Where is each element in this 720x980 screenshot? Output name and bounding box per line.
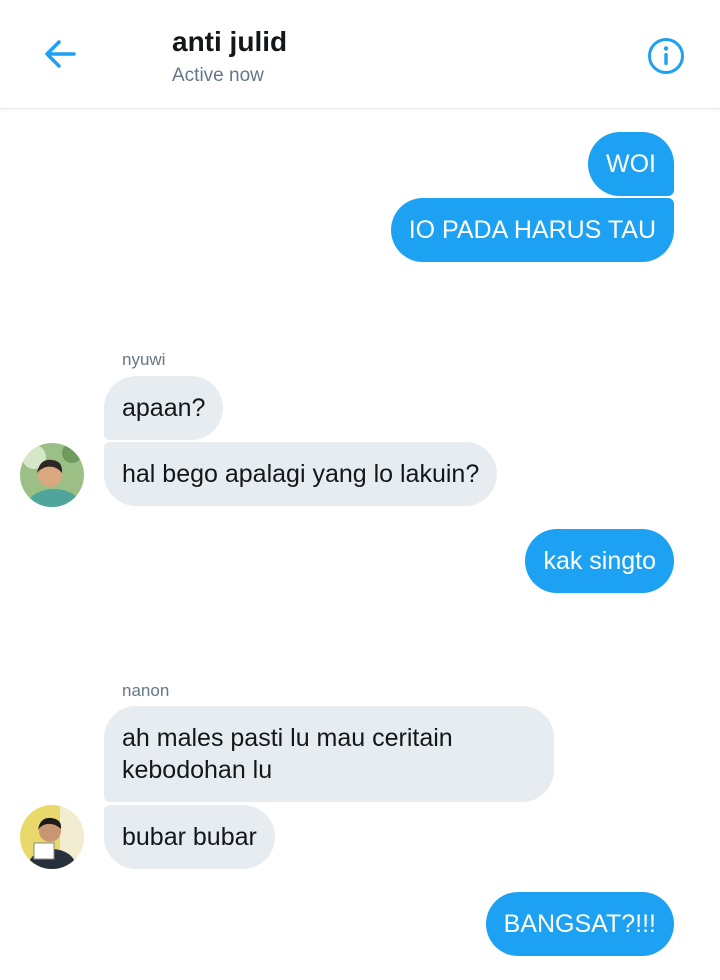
message-text: IO PADA HARUS TAU: [408, 216, 656, 244]
message-text: BANGSAT?!!!: [503, 910, 656, 938]
message-text: hal bego apalagi yang lo lakuin?: [122, 460, 480, 488]
incoming-message[interactable]: hal bego apalagi yang lo lakuin?: [104, 442, 498, 506]
incoming-message[interactable]: bubar bubar: [104, 805, 275, 869]
sender-name: nanon: [122, 681, 170, 700]
outgoing-message[interactable]: IO PADA HARUS TAU: [390, 198, 674, 262]
info-button[interactable]: [644, 34, 688, 78]
avatar-image: [20, 443, 84, 507]
incoming-message[interactable]: ah males pasti lu mau ceritain kebodohan…: [104, 706, 554, 802]
conversation-header: anti julid Active now: [0, 0, 720, 109]
sender-name: nyuwi: [122, 350, 166, 369]
avatar[interactable]: [20, 443, 84, 507]
conversation-title[interactable]: anti julid: [172, 26, 287, 58]
outgoing-message[interactable]: kak singto: [525, 529, 674, 593]
arrow-left-icon: [45, 40, 76, 68]
info-circle-icon: [648, 38, 684, 74]
message-text: ah males pasti lu mau ceritain kebodohan…: [122, 724, 453, 784]
avatar[interactable]: [20, 805, 84, 869]
back-button[interactable]: [40, 34, 80, 74]
outgoing-message[interactable]: BANGSAT?!!!: [485, 892, 674, 956]
message-text: apaan?: [122, 394, 206, 422]
avatar-image: [20, 805, 84, 869]
message-text: kak singto: [543, 547, 656, 575]
outgoing-message[interactable]: WOI: [588, 132, 674, 196]
incoming-message[interactable]: apaan?: [104, 376, 224, 440]
message-text: WOI: [606, 150, 656, 178]
active-status: Active now: [172, 65, 264, 86]
message-text: bubar bubar: [122, 823, 257, 851]
